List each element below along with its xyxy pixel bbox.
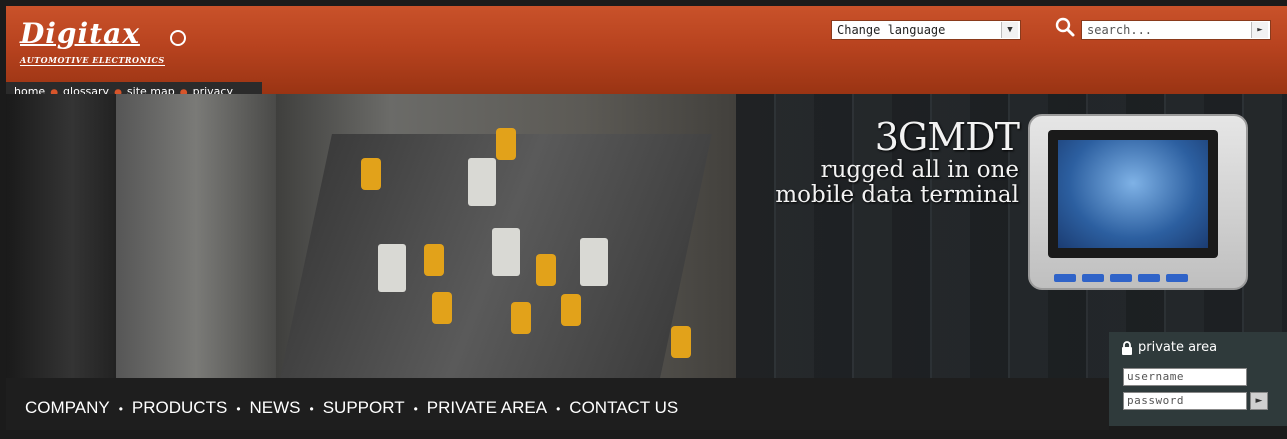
banner-headline: 3GMDT rugged all in one mobile data term… [775, 115, 1020, 208]
logo-ring-icon [170, 30, 186, 46]
username-placeholder: username [1127, 370, 1184, 383]
banner-photo-truck [492, 228, 520, 276]
username-field[interactable]: username [1123, 368, 1247, 386]
banner-photo-taxi [496, 128, 516, 160]
logo-tagline: AUTOMOTIVE ELECTRONICS [20, 55, 165, 66]
logo-wordmark: Digitax [20, 17, 140, 50]
device-key [1166, 274, 1188, 282]
hero-banner[interactable]: 3GMDT rugged all in one mobile data term… [6, 94, 1287, 378]
search-icon[interactable] [1054, 16, 1076, 38]
search-submit-icon[interactable]: ► [1251, 22, 1268, 38]
nav-item-private-area[interactable]: PRIVATE AREA [427, 398, 547, 417]
device-key [1054, 274, 1076, 282]
chevron-down-icon[interactable]: ▼ [1001, 22, 1018, 38]
separator-dot-icon: • [556, 402, 561, 416]
password-field[interactable]: password [1123, 392, 1247, 410]
banner-photo-truck [580, 238, 608, 286]
banner-photo-taxi [424, 244, 444, 276]
language-select[interactable]: Change language ▼ [831, 20, 1021, 40]
device-key [1110, 274, 1132, 282]
banner-photo-building [116, 94, 276, 378]
login-submit-button[interactable]: ► [1250, 392, 1268, 410]
nav-item-products[interactable]: PRODUCTS [132, 398, 227, 417]
private-area-heading: private area [1121, 340, 1275, 355]
separator-dot-icon: • [236, 402, 241, 416]
device-key [1138, 274, 1160, 282]
banner-photo-taxi [511, 302, 531, 334]
banner-product-name: 3GMDT [874, 115, 1020, 159]
nav-item-company[interactable]: COMPANY [25, 398, 110, 417]
lock-icon [1122, 340, 1132, 355]
device-display [1058, 140, 1208, 248]
banner-photo-taxi [361, 158, 381, 190]
banner-tagline-line1: rugged all in one [820, 157, 1019, 183]
device-screen [1048, 130, 1218, 258]
banner-photo-taxi [561, 294, 581, 326]
device-buttons [1054, 267, 1194, 286]
main-navigation: COMPANY • PRODUCTS • NEWS • SUPPORT • PRIVATE AR… [6, 378, 1109, 430]
language-select-value: Change language [837, 23, 946, 37]
private-area-title: private area [1138, 340, 1218, 355]
product-device-image [1028, 114, 1248, 290]
banner-photo-building [6, 94, 116, 378]
separator-dot-icon: • [118, 402, 123, 416]
banner-photo-truck [378, 244, 406, 292]
banner-photo-taxi [536, 254, 556, 286]
separator-dot-icon: • [413, 402, 418, 416]
search-input[interactable]: search... ► [1081, 20, 1271, 40]
banner-photo-truck [468, 158, 496, 206]
banner-photo-taxi [671, 326, 691, 358]
password-placeholder: password [1127, 394, 1184, 407]
site-logo[interactable]: Digitax AUTOMOTIVE ELECTRONICS [20, 17, 186, 67]
header-bar: Digitax AUTOMOTIVE ELECTRONICS Change la… [6, 6, 1287, 94]
private-area-login: private area username password ► [1109, 332, 1287, 426]
banner-photo-taxi [432, 292, 452, 324]
nav-item-contact-us[interactable]: CONTACT US [569, 398, 678, 417]
banner-tagline-line2: mobile data terminal [775, 182, 1019, 208]
search-placeholder: search... [1087, 23, 1153, 37]
separator-dot-icon: • [309, 402, 314, 416]
device-key [1082, 274, 1104, 282]
nav-item-support[interactable]: SUPPORT [323, 398, 405, 417]
nav-item-news[interactable]: NEWS [250, 398, 301, 417]
